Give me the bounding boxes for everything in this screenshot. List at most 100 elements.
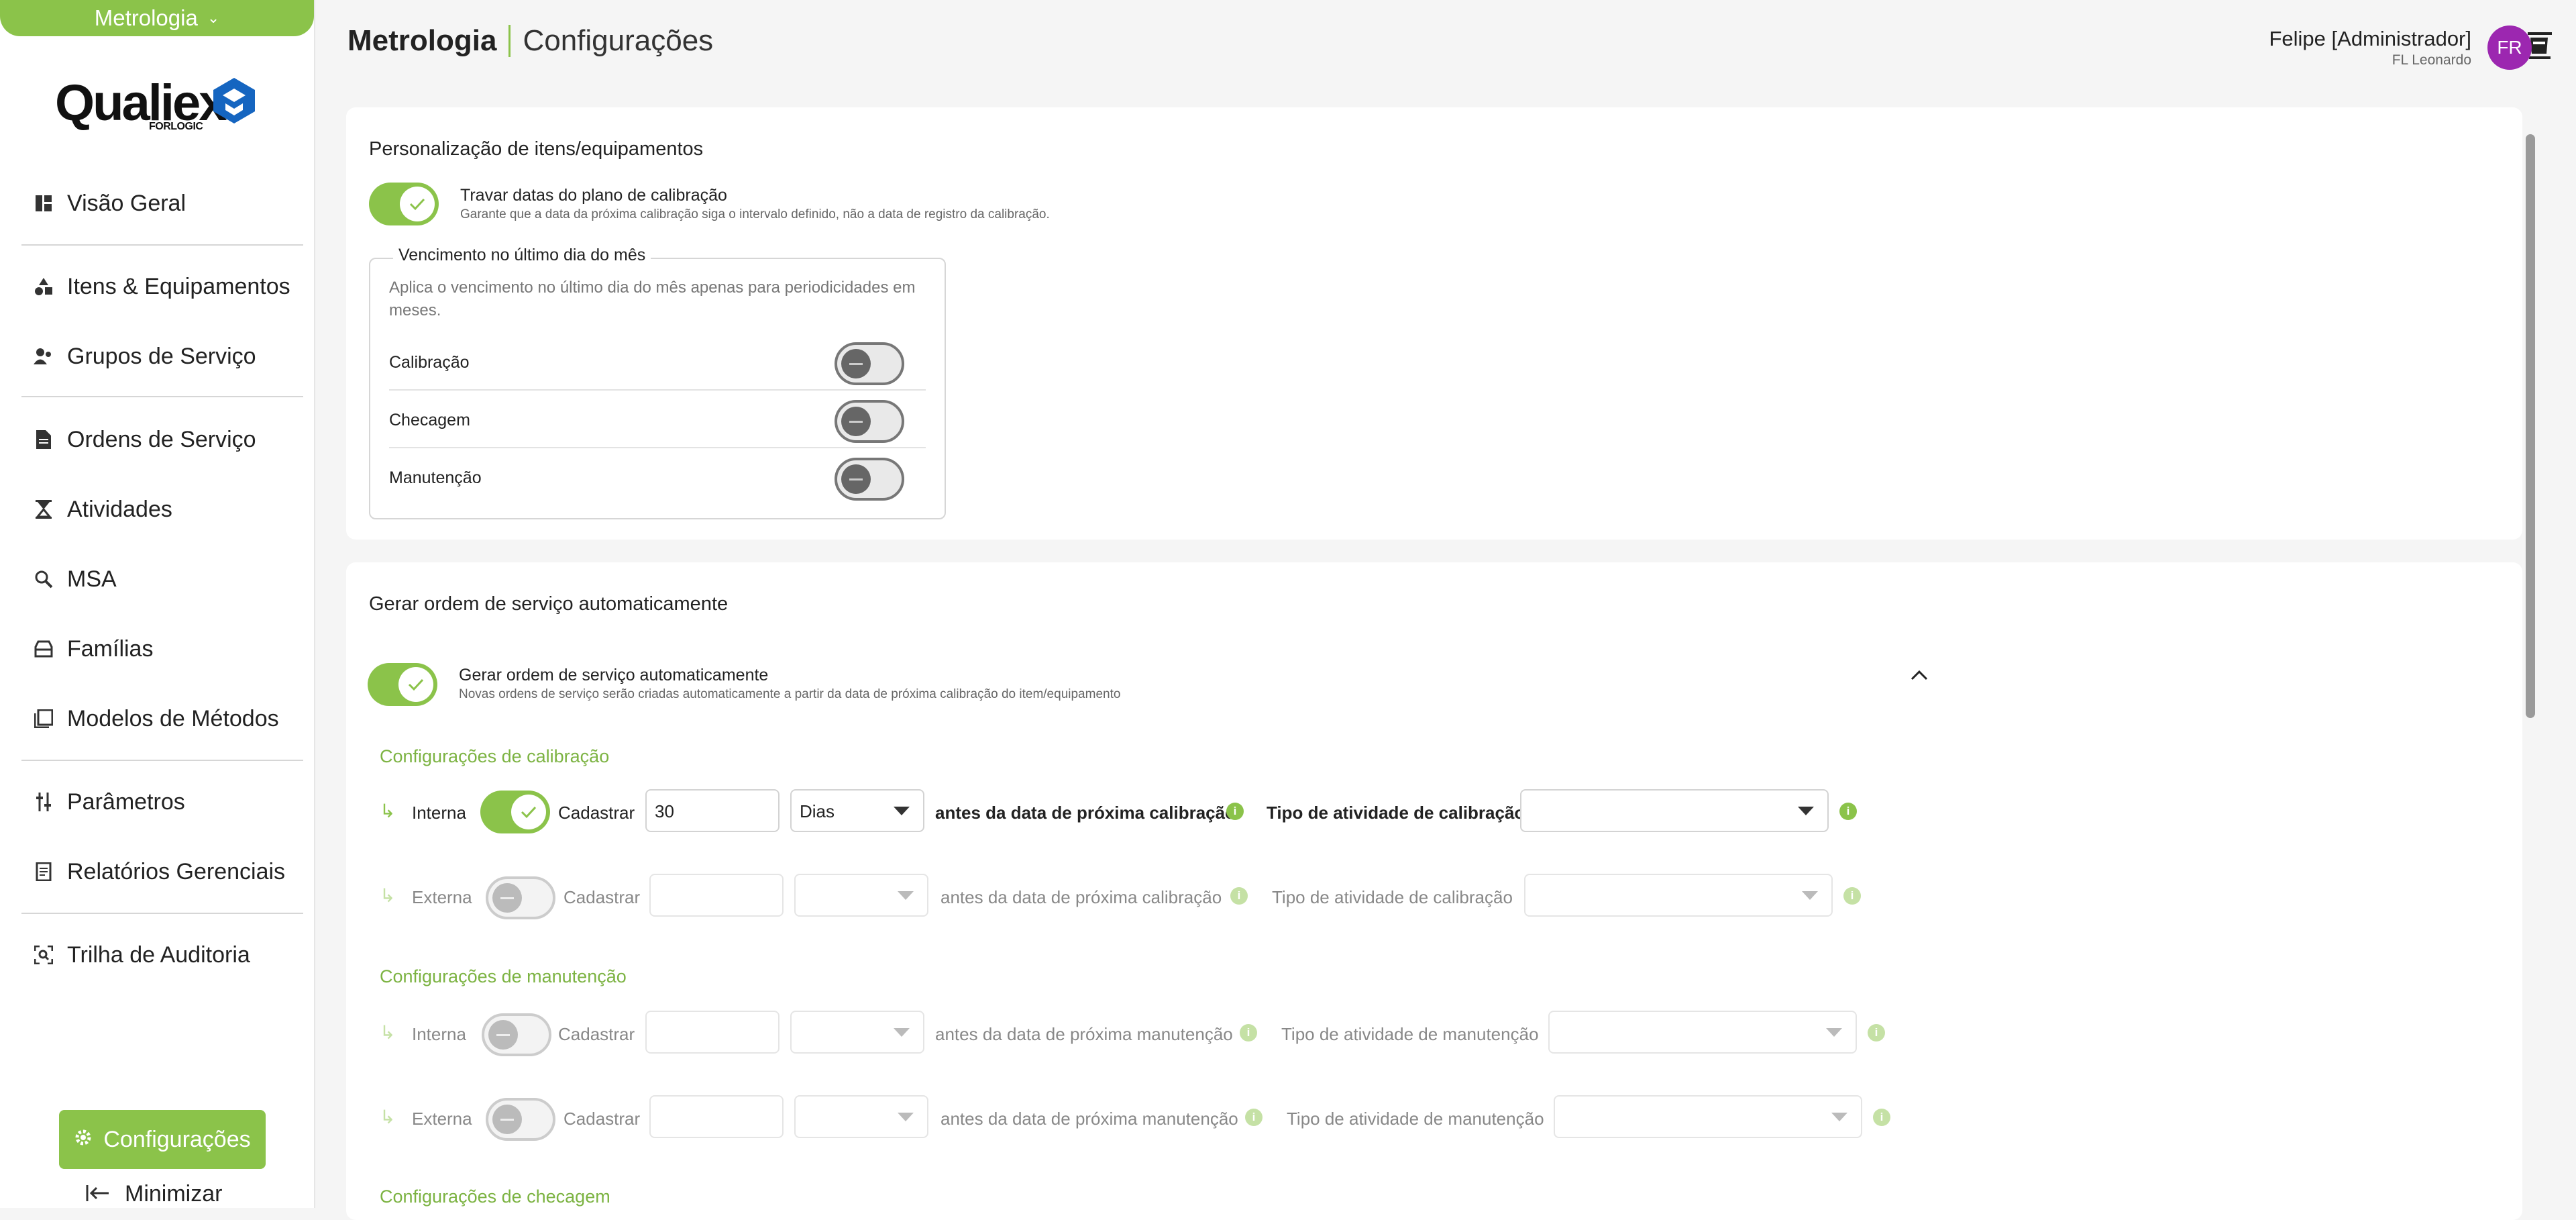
calibracao-interna-activity-select[interactable] bbox=[1520, 789, 1829, 832]
breadcrumb: Metrologia Configurações bbox=[347, 24, 713, 58]
vencimento-row-label: Manutenção bbox=[389, 468, 482, 487]
info-icon[interactable]: i bbox=[1226, 803, 1244, 820]
lock-dates-label: Travar datas do plano de calibração bbox=[460, 186, 727, 205]
manutencao-externa-days-input[interactable] bbox=[649, 1095, 784, 1138]
dropdown-caret-icon bbox=[1831, 1113, 1847, 1121]
vencimento-manutencao-toggle[interactable] bbox=[835, 458, 904, 501]
sub-arrow-icon: ↳ bbox=[380, 801, 396, 821]
user-name: Felipe [Administrador] bbox=[2269, 27, 2471, 50]
row-manutencao-interna: ↳ Interna Cadastrar antes da data de pró… bbox=[380, 1011, 1923, 1058]
sidebar-item-modelos-metodos[interactable]: Modelos de Métodos bbox=[32, 695, 279, 742]
manutencao-interna-toggle[interactable] bbox=[482, 1013, 551, 1056]
sidebar-item-trilha-auditoria[interactable]: Trilha de Auditoria bbox=[32, 931, 250, 978]
sliders-icon bbox=[32, 791, 55, 813]
sidebar-item-ordens-servico[interactable]: Ordens de Serviço bbox=[32, 416, 256, 463]
calibracao-externa-days-input[interactable] bbox=[649, 874, 784, 917]
before-date-label: antes da data de próxima calibração bbox=[935, 803, 1236, 823]
manutencao-externa-activity-select[interactable] bbox=[1554, 1095, 1862, 1138]
cadastrar-label: Cadastrar bbox=[564, 887, 641, 907]
sidebar-item-msa[interactable]: MSA bbox=[32, 556, 117, 603]
chevron-down-icon: ⌄ bbox=[207, 9, 220, 26]
dropdown-caret-icon bbox=[894, 1028, 910, 1037]
sub-arrow-icon: ↳ bbox=[380, 885, 396, 906]
minus-icon bbox=[488, 1020, 518, 1050]
sidebar-item-label: Trilha de Auditoria bbox=[67, 942, 250, 968]
manutencao-externa-toggle[interactable] bbox=[486, 1098, 555, 1141]
info-icon[interactable]: i bbox=[1868, 1024, 1885, 1041]
dropdown-caret-icon bbox=[1826, 1028, 1842, 1037]
vencimento-row-label: Checagem bbox=[389, 411, 470, 429]
chevron-up-icon[interactable] bbox=[1909, 668, 1929, 685]
calibracao-externa-toggle[interactable] bbox=[486, 876, 555, 919]
row-type-label: Externa bbox=[412, 1109, 472, 1129]
lock-dates-description: Garante que a data da próxima calibração… bbox=[460, 207, 1050, 221]
report-icon bbox=[32, 860, 55, 883]
sidebar-item-label: Relatórios Gerenciais bbox=[67, 858, 286, 884]
module-selector[interactable]: Metrologia ⌄ bbox=[0, 0, 314, 36]
sidebar-item-parametros[interactable]: Parâmetros bbox=[32, 778, 185, 825]
book-icon bbox=[32, 707, 55, 730]
calibracao-interna-toggle[interactable] bbox=[480, 791, 550, 833]
info-icon[interactable]: i bbox=[1839, 803, 1857, 820]
sidebar-item-label: Visão Geral bbox=[67, 190, 186, 216]
check-icon bbox=[398, 667, 433, 702]
avatar[interactable]: FR bbox=[2487, 26, 2532, 70]
calibracao-interna-unit-select[interactable]: Dias bbox=[790, 789, 924, 832]
dropdown-caret-icon bbox=[1798, 807, 1814, 815]
minimize-button[interactable]: Minimizar bbox=[86, 1181, 222, 1207]
info-icon[interactable]: i bbox=[1240, 1024, 1257, 1041]
calibracao-externa-activity-select[interactable] bbox=[1524, 874, 1833, 917]
sidebar-item-visao-geral[interactable]: Visão Geral bbox=[32, 180, 186, 227]
calibracao-interna-days-input[interactable]: 30 bbox=[645, 789, 780, 832]
logo-subtext: FORLOGIC bbox=[149, 121, 203, 132]
sub-arrow-icon: ↳ bbox=[380, 1107, 396, 1127]
info-icon[interactable]: i bbox=[1843, 887, 1861, 905]
vencimento-row-calibracao: Calibração bbox=[389, 334, 926, 391]
sidebar-item-label: Ordens de Serviço bbox=[67, 426, 256, 452]
manutencao-interna-activity-select[interactable] bbox=[1548, 1011, 1857, 1054]
manutencao-externa-unit-select[interactable] bbox=[794, 1095, 928, 1138]
audit-icon bbox=[32, 944, 55, 966]
sidebar-item-relatorios[interactable]: Relatórios Gerenciais bbox=[32, 848, 285, 895]
sidebar-item-label: MSA bbox=[67, 566, 117, 592]
sidebar-item-label: Famílias bbox=[67, 636, 154, 662]
document-icon bbox=[32, 428, 55, 451]
info-icon[interactable]: i bbox=[1230, 887, 1248, 905]
select-value: Dias bbox=[800, 801, 835, 821]
sidebar-item-itens-equipamentos[interactable]: Itens & Equipamentos bbox=[32, 263, 290, 310]
minus-icon bbox=[841, 407, 871, 436]
vencimento-calibracao-toggle[interactable] bbox=[835, 342, 904, 385]
page-header: Metrologia Configurações Felipe [Adminis… bbox=[314, 0, 2576, 94]
user-group-icon bbox=[32, 345, 55, 368]
row-type-label: Externa bbox=[412, 887, 472, 907]
row-divider bbox=[389, 447, 926, 448]
sidebar-divider bbox=[21, 913, 303, 914]
sidebar-item-grupos-servico[interactable]: Grupos de Serviço bbox=[32, 333, 256, 380]
sidebar-item-atividades[interactable]: Atividades bbox=[32, 486, 172, 533]
info-icon[interactable]: i bbox=[1245, 1109, 1263, 1126]
sidebar-item-label: Atividades bbox=[67, 496, 172, 522]
manutencao-interna-days-input[interactable] bbox=[645, 1011, 780, 1054]
user-info[interactable]: Felipe [Administrador] FL Leonardo bbox=[2269, 27, 2471, 68]
calibracao-externa-unit-select[interactable] bbox=[794, 874, 928, 917]
vencimento-description: Aplica o vencimento no último dia do mês… bbox=[389, 278, 916, 319]
auto-order-toggle[interactable] bbox=[368, 663, 437, 706]
scrollbar-thumb[interactable] bbox=[2526, 134, 2535, 718]
sidebar-item-label: Modelos de Métodos bbox=[67, 705, 279, 731]
manutencao-interna-unit-select[interactable] bbox=[790, 1011, 924, 1054]
row-divider bbox=[389, 389, 926, 391]
vencimento-checagem-toggle[interactable] bbox=[835, 400, 904, 443]
page-scrollbar[interactable] bbox=[2524, 128, 2537, 1201]
cadastrar-label: Cadastrar bbox=[558, 803, 635, 823]
row-type-label: Interna bbox=[412, 803, 466, 823]
dashboard-icon bbox=[32, 192, 55, 215]
lock-dates-toggle[interactable] bbox=[369, 183, 439, 225]
avatar-initials: FR bbox=[2497, 37, 2522, 58]
vencimento-legend: Vencimento no último dia do mês bbox=[393, 246, 651, 265]
sidebar-item-familias[interactable]: Famílias bbox=[32, 625, 153, 672]
info-icon[interactable]: i bbox=[1873, 1109, 1890, 1126]
minus-icon bbox=[492, 1105, 522, 1134]
sidebar-item-label: Grupos de Serviço bbox=[67, 343, 256, 369]
activity-type-label: Tipo de atividade de calibração bbox=[1267, 803, 1525, 823]
configuracoes-button[interactable]: Configurações bbox=[59, 1110, 266, 1169]
